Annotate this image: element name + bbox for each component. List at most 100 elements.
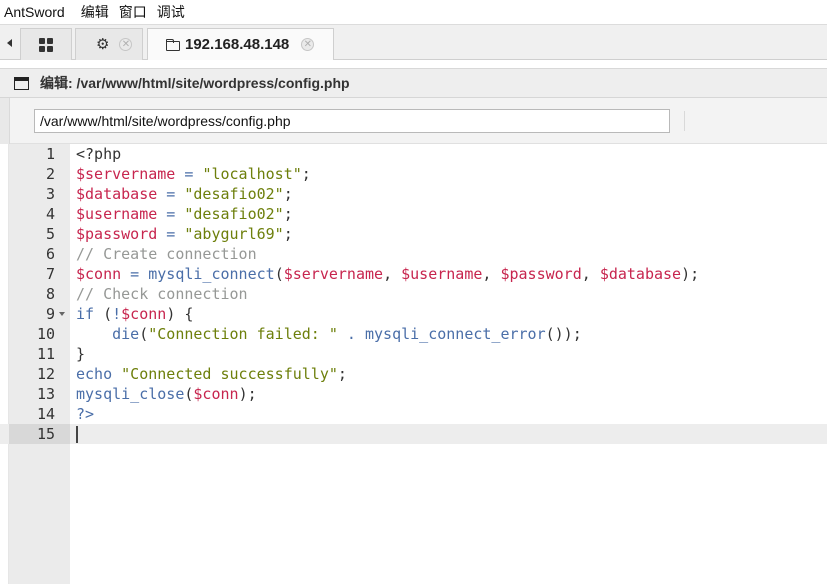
code-token: = xyxy=(157,205,185,223)
line-number: 6 xyxy=(45,245,55,263)
code-line[interactable]: 3 $database = "desafio02"; xyxy=(0,184,827,204)
code-line[interactable]: 6 // Create connection xyxy=(0,244,827,264)
code-token: ) { xyxy=(166,305,194,323)
code-editor[interactable]: 1 <?php 2 $servername = "localhost"; 3 $datab… xyxy=(0,144,827,584)
code-line[interactable]: 13 mysqli_close($conn); xyxy=(0,384,827,404)
line-number: 7 xyxy=(45,265,55,283)
code-token: mysqli_connect_error xyxy=(365,325,546,343)
tab-bar: ⚙ ✕ 192.168.48.148 ✕ xyxy=(0,24,827,60)
line-number: 14 xyxy=(36,405,55,423)
code-line[interactable]: 10 die("Connection failed: " . mysqli_co… xyxy=(0,324,827,344)
code-text: $conn = mysqli_connect($servername, $use… xyxy=(76,264,699,284)
code-token: <?php xyxy=(76,145,122,163)
code-token: = xyxy=(157,185,185,203)
text-cursor xyxy=(76,426,78,443)
code-token: "desafio02" xyxy=(184,185,284,203)
code-text: } xyxy=(76,344,85,364)
tab-dashboard[interactable] xyxy=(20,28,72,60)
toolbar-separator xyxy=(684,111,685,131)
menu-edit[interactable]: 编辑 xyxy=(76,0,114,24)
code-line[interactable]: 1 <?php xyxy=(0,144,827,164)
code-token: // Check connection xyxy=(76,285,248,303)
menu-bar: AntSword 编辑 窗口 调试 xyxy=(0,0,827,24)
code-token: ( xyxy=(274,265,284,283)
line-number: 11 xyxy=(36,345,55,363)
code-token: ; xyxy=(337,365,347,383)
code-line[interactable]: 12 echo "Connected successfully"; xyxy=(0,364,827,384)
code-lines: 1 <?php 2 $servername = "localhost"; 3 $datab… xyxy=(0,144,827,444)
code-token: mysqli_close xyxy=(76,385,185,403)
tab-settings[interactable]: ⚙ ✕ xyxy=(75,28,143,60)
code-text: die("Connection failed: " . mysqli_conne… xyxy=(76,324,582,344)
line-number: 1 xyxy=(45,145,55,163)
code-token: ; xyxy=(283,225,293,243)
code-text: mysqli_close($conn); xyxy=(76,384,257,404)
code-token: ()); xyxy=(545,325,582,343)
code-line[interactable]: 11} xyxy=(0,344,827,364)
code-token: ); xyxy=(238,385,257,403)
tab-scroll-left-button[interactable] xyxy=(0,25,19,60)
code-line[interactable]: 9 if (!$conn) { xyxy=(0,304,827,324)
grid-icon xyxy=(39,37,53,52)
code-line[interactable]: 2 $servername = "localhost"; xyxy=(0,164,827,184)
code-token: , xyxy=(482,265,501,283)
code-token: ?> xyxy=(76,405,95,423)
window-icon xyxy=(14,76,29,90)
line-number: 3 xyxy=(45,185,55,203)
code-token: $database xyxy=(599,265,682,283)
code-text xyxy=(76,424,78,444)
code-token: $conn xyxy=(193,385,239,403)
line-number: 15 xyxy=(9,424,70,444)
code-text: ?> xyxy=(76,404,94,424)
code-token: = xyxy=(121,265,149,283)
code-text: // Create connection xyxy=(76,244,257,264)
code-token: $servername xyxy=(283,265,384,283)
close-icon[interactable]: ✕ xyxy=(119,38,133,51)
code-token: $username xyxy=(401,265,483,283)
code-line[interactable]: 8 // Check connection xyxy=(0,284,827,304)
caret-left-icon xyxy=(7,38,12,47)
code-token: if xyxy=(76,305,95,323)
code-text: $database = "desafio02"; xyxy=(76,184,293,204)
code-line[interactable]: 5 $password = "abygurl69"; xyxy=(0,224,827,244)
close-icon[interactable]: ✕ xyxy=(301,38,315,51)
code-text: // Check connection xyxy=(76,284,248,304)
code-token: "Connection failed: " xyxy=(148,325,338,343)
code-token: $password xyxy=(500,265,582,283)
code-line[interactable]: 14 ?> xyxy=(0,404,827,424)
menu-window[interactable]: 窗口 xyxy=(114,0,152,24)
fold-arrow-icon[interactable] xyxy=(59,312,65,316)
code-token: . xyxy=(337,325,365,343)
file-path-input[interactable] xyxy=(34,109,670,133)
code-token: } xyxy=(76,345,86,363)
code-line[interactable]: 15 xyxy=(0,424,827,444)
code-text: <?php xyxy=(76,144,121,164)
code-token: "localhost" xyxy=(202,165,302,183)
editor-window-title: 编辑: /var/www/html/site/wordpress/config.… xyxy=(40,75,350,91)
code-line[interactable]: 7 $conn = mysqli_connect($servername, $us… xyxy=(0,264,827,284)
code-line[interactable]: 4 $username = "desafio02"; xyxy=(0,204,827,224)
code-token: ; xyxy=(283,185,293,203)
tab-host[interactable]: 192.168.48.148 ✕ xyxy=(147,28,334,60)
line-number: 13 xyxy=(36,385,55,403)
code-text: if (!$conn) { xyxy=(76,304,193,324)
code-token: ); xyxy=(681,265,700,283)
code-token: "desafio02" xyxy=(184,205,284,223)
menu-debug[interactable]: 调试 xyxy=(152,0,190,24)
code-token: ; xyxy=(301,165,311,183)
code-token: , xyxy=(383,265,402,283)
code-token: = xyxy=(175,165,203,183)
tab-host-label: 192.168.48.148 xyxy=(185,36,290,53)
code-token: ; xyxy=(283,205,293,223)
code-token: ! xyxy=(112,305,122,323)
line-number: 4 xyxy=(45,205,55,223)
code-text: $username = "desafio02"; xyxy=(76,204,293,224)
code-token: "abygurl69" xyxy=(184,225,284,243)
editor-window-header: 编辑: /var/www/html/site/wordpress/config.… xyxy=(0,68,827,98)
code-token: $username xyxy=(76,205,158,223)
code-token: $conn xyxy=(76,265,122,283)
menu-antsword[interactable]: AntSword xyxy=(0,0,76,24)
code-token: // Create connection xyxy=(76,245,257,263)
